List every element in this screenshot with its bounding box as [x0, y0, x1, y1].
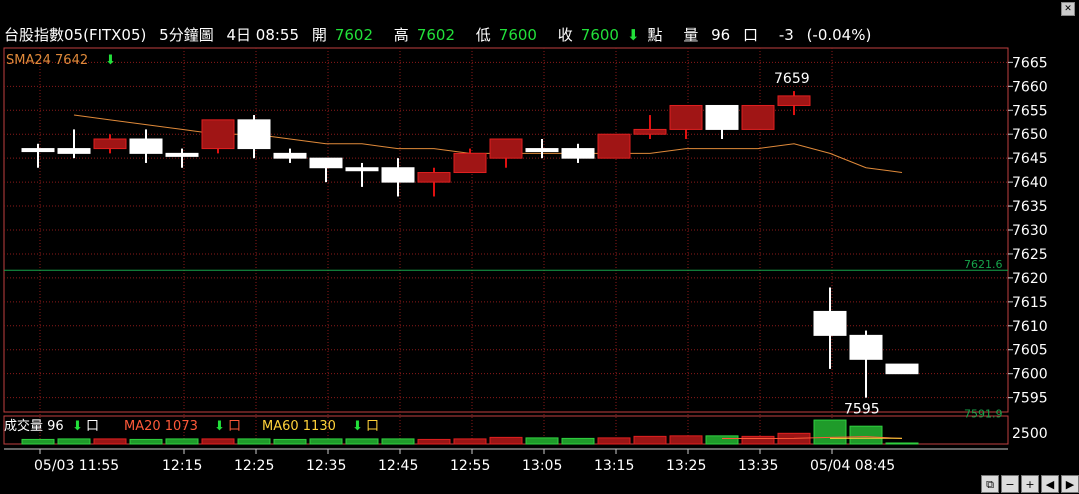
candle-body [490, 139, 522, 158]
volume-bar [310, 439, 342, 444]
ma20-unit: 口 [228, 419, 241, 434]
high-annotation: 7659 [774, 71, 810, 87]
volume-bar [814, 420, 846, 444]
candle-body [382, 168, 414, 182]
candle-body [274, 153, 306, 158]
volume-bar [742, 436, 774, 444]
time-tick-label: 12:55 [450, 458, 490, 474]
ma20-legend: MA20 1073 [124, 419, 198, 434]
zoom-out-icon[interactable]: − [1001, 475, 1019, 493]
volume-bar [706, 436, 738, 444]
down-arrow-icon: ⬇ [352, 419, 363, 434]
volume-bar [670, 436, 702, 444]
volume-bar [202, 439, 234, 444]
price-tick-label: 7615 [1012, 295, 1048, 311]
time-tick-label: 13:25 [666, 458, 706, 474]
down-arrow-icon: ⬇ [214, 419, 225, 434]
volume-bar [130, 439, 162, 444]
sma24-line [74, 115, 902, 172]
volume-bar [346, 439, 378, 444]
volume-bar [22, 439, 54, 444]
time-tick-label: 12:35 [306, 458, 346, 474]
price-tick-label: 7640 [1012, 175, 1048, 191]
candle-body [310, 158, 342, 168]
volume-bar [634, 436, 666, 444]
candle-body [346, 168, 378, 171]
price-tick-label: 7630 [1012, 223, 1048, 239]
ma60-legend: MA60 1130 [262, 419, 336, 434]
candlestick-chart[interactable]: 7665 7660 7655 7650 7645 7640 7635 7630 7625 7620… [0, 0, 1079, 493]
volume-unit: 口 [86, 419, 99, 434]
candle-body [814, 311, 846, 335]
price-tick-label: 7600 [1012, 367, 1048, 383]
price-tick-label: 7595 [1012, 391, 1048, 407]
time-tick-label: 13:35 [738, 458, 778, 474]
volume-legend: 成交量 96 [4, 418, 64, 434]
scroll-right-icon[interactable]: ▶ [1061, 475, 1079, 493]
price-tick-label: 7665 [1012, 55, 1048, 71]
volume-bar [454, 439, 486, 444]
price-tick-label: 7645 [1012, 151, 1048, 167]
time-tick-label: 12:25 [234, 458, 274, 474]
candle-body [598, 134, 630, 158]
volume-bar [490, 437, 522, 444]
price-tick-label: 7610 [1012, 319, 1048, 335]
time-tick-label: 05/03 11:55 [34, 458, 119, 474]
lower-ref-label: 7591.9 [964, 407, 1003, 420]
candle-body [706, 105, 738, 129]
candle-body [454, 153, 486, 172]
volume-bar [94, 439, 126, 444]
price-tick-label: 7660 [1012, 79, 1048, 95]
volume-bar [58, 439, 90, 444]
time-tick-label: 12:15 [162, 458, 202, 474]
volume-bar [850, 426, 882, 444]
candle-body [634, 129, 666, 134]
upper-ref-label: 7621.6 [964, 258, 1003, 271]
candle-body [418, 173, 450, 183]
time-tick-label: 12:45 [378, 458, 418, 474]
volume-axis-label: 2500 [1012, 426, 1048, 442]
candle-body [22, 149, 54, 152]
volume-bar [274, 439, 306, 444]
candle-body [670, 105, 702, 129]
time-tick-label: 13:15 [594, 458, 634, 474]
volume-bar [562, 438, 594, 444]
time-tick-label: 05/04 08:45 [810, 458, 895, 474]
price-tick-label: 7625 [1012, 247, 1048, 263]
volume-bar [238, 439, 270, 444]
volume-bar [418, 439, 450, 444]
candle-body [94, 139, 126, 149]
down-arrow-icon: ⬇ [72, 419, 83, 434]
price-tick-label: 7635 [1012, 199, 1048, 215]
candle-body [742, 105, 774, 129]
price-tick-label: 7650 [1012, 127, 1048, 143]
volume-bar [166, 439, 198, 444]
candle-body [886, 364, 918, 374]
volume-bar [526, 438, 558, 444]
scroll-left-icon[interactable]: ◀ [1041, 475, 1059, 493]
candle-body [130, 139, 162, 153]
restore-icon[interactable]: ⧉ [981, 475, 999, 493]
candle-body [58, 149, 90, 154]
candle-body [562, 149, 594, 159]
candle-body [238, 120, 270, 149]
sma-legend: SMA24 7642 [6, 53, 88, 68]
candle-body [778, 96, 810, 106]
volume-bar [382, 439, 414, 444]
time-tick-label: 13:05 [522, 458, 562, 474]
down-arrow-icon: ⬇ [105, 53, 116, 68]
price-tick-label: 7620 [1012, 271, 1048, 287]
chart-toolbar: ⧉ − + ◀ ▶ [981, 475, 1079, 493]
volume-bar [886, 443, 918, 444]
candle-body [166, 153, 198, 156]
price-tick-label: 7655 [1012, 103, 1048, 119]
price-tick-label: 7605 [1012, 343, 1048, 359]
ma60-unit: 口 [366, 419, 379, 434]
low-annotation: 7595 [844, 402, 880, 418]
candle-body [202, 120, 234, 149]
candle-body [526, 149, 558, 152]
volume-bar [598, 438, 630, 444]
zoom-in-icon[interactable]: + [1021, 475, 1039, 493]
candle-body [850, 335, 882, 359]
